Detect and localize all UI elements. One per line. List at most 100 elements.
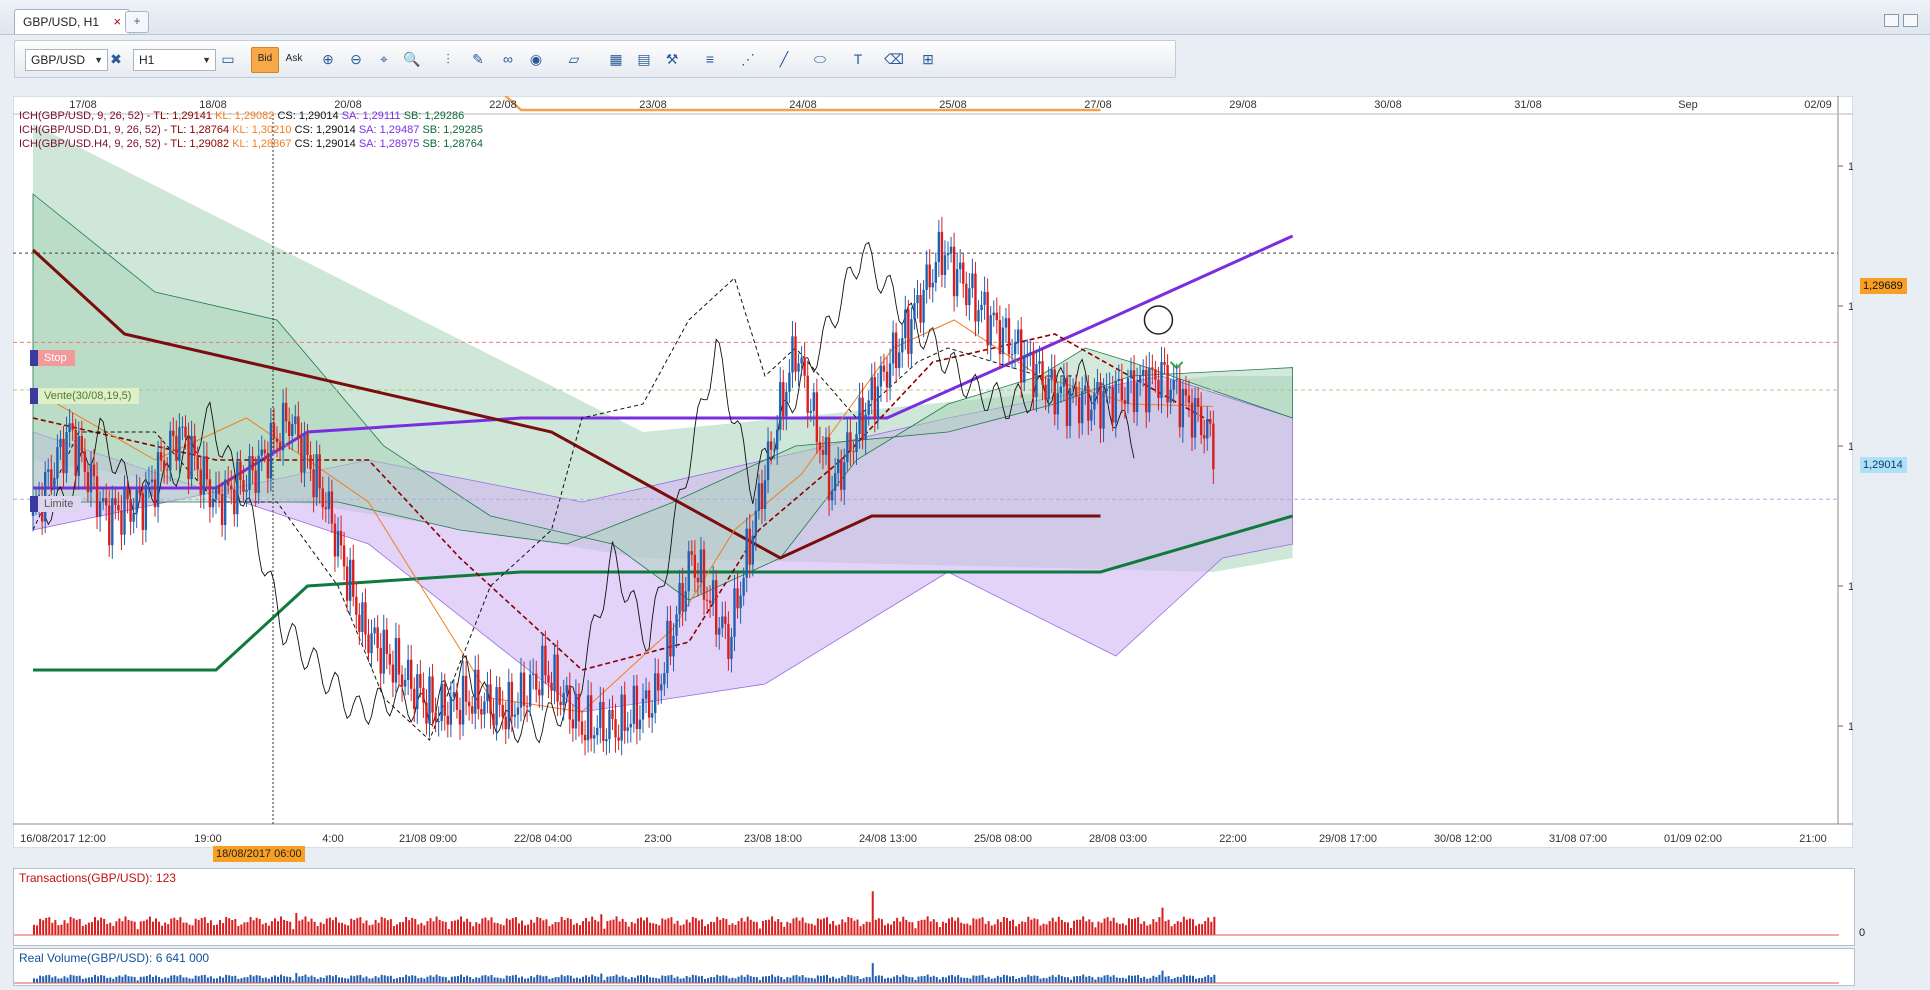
sell-order-label[interactable]: Vente(30/08,19,5) — [30, 388, 140, 404]
transactions-bar — [66, 923, 69, 935]
transactions-bar — [517, 923, 520, 935]
transactions-bar — [996, 919, 999, 935]
transactions-panel[interactable]: Transactions(GBP/USD): 123 0 — [13, 868, 1865, 946]
picture-icon[interactable]: ▦ — [603, 47, 629, 71]
bottom-time-label: 22/08 04:00 — [514, 833, 572, 845]
candle-body — [105, 498, 108, 506]
zoom-out-icon[interactable]: ⊖ — [343, 47, 369, 71]
properties-icon[interactable]: ✎ — [465, 47, 491, 71]
candle-body — [663, 673, 666, 685]
candle-body — [303, 433, 306, 473]
template-icon[interactable]: ▤ — [631, 47, 657, 71]
candle-body — [77, 436, 80, 476]
chart-type-icon[interactable]: ▭ — [215, 47, 241, 71]
horizontal-lines-icon[interactable]: ≡ — [697, 47, 723, 71]
volume-bar — [795, 974, 798, 983]
transactions-bar — [569, 919, 572, 935]
volume-bar — [694, 975, 697, 983]
stop-order-label[interactable]: Stop — [30, 350, 75, 366]
symbol-select[interactable]: GBP/USD ▼ — [25, 49, 108, 71]
candle-body — [498, 687, 501, 705]
candle-body — [928, 264, 931, 288]
transactions-bar — [990, 925, 993, 935]
add-tab-button[interactable]: + — [125, 11, 149, 33]
volume-bar — [283, 976, 286, 983]
transactions-bar — [615, 916, 618, 935]
transactions-bar — [106, 923, 109, 935]
volume-bar — [1161, 970, 1164, 983]
tab-gbpusd-h1[interactable]: GBP/USD, H1 × — [14, 9, 131, 34]
trendline-icon[interactable]: ╱ — [771, 47, 797, 71]
transactions-bar — [694, 918, 697, 935]
indicator-icon[interactable]: ⫶ — [435, 47, 461, 71]
timeframe-select[interactable]: H1 ▼ — [133, 49, 216, 71]
candle-body — [699, 549, 703, 583]
restore-icon[interactable] — [1884, 14, 1899, 27]
volume-bar — [112, 978, 115, 983]
link-icon[interactable]: ∞ — [495, 47, 521, 71]
ruler-icon[interactable]: ▱ — [561, 47, 587, 71]
volume-bar — [353, 976, 356, 983]
volume-bar — [48, 974, 51, 983]
candle-body — [623, 694, 626, 731]
globe-icon[interactable]: ◉ — [523, 47, 549, 71]
candle-body — [220, 493, 224, 526]
candle-body — [675, 614, 678, 636]
volume-panel[interactable]: Real Volume(GBP/USD): 6 641 000 — [13, 948, 1855, 986]
volume-bar — [1079, 976, 1082, 983]
volume-bar — [121, 976, 124, 983]
volume-bar — [771, 974, 774, 983]
structure-icon[interactable]: ⊞ — [915, 47, 941, 71]
ellipse-icon[interactable]: ⬭ — [807, 47, 833, 71]
transactions-bar — [240, 924, 243, 935]
transactions-bar — [377, 922, 380, 935]
remove-indicator-icon[interactable]: ✖ — [103, 47, 129, 71]
transactions-bar — [835, 925, 838, 935]
candle-body — [943, 255, 947, 275]
candle-body — [147, 481, 151, 485]
transactions-bar — [493, 922, 496, 935]
volume-bar — [899, 976, 902, 983]
limit-order-label[interactable]: Limite — [30, 496, 82, 512]
transactions-bar — [667, 918, 670, 935]
tools-icon[interactable]: ⚒ — [659, 47, 685, 71]
transactions-bar — [792, 918, 795, 935]
ask-button[interactable]: Ask — [281, 47, 307, 71]
candle-body — [461, 675, 465, 725]
candle-body — [1212, 423, 1215, 470]
transactions-bar — [148, 916, 151, 935]
transactions-bar — [673, 923, 676, 935]
candle-body — [626, 727, 629, 731]
transactions-bar — [606, 921, 609, 935]
fan-icon[interactable]: ⋰ — [735, 47, 761, 71]
candle-body — [516, 707, 520, 715]
transactions-bar — [524, 925, 527, 935]
candle-body — [940, 231, 944, 275]
candle-body — [111, 498, 114, 546]
maximize-icon[interactable] — [1903, 14, 1918, 27]
transactions-bar — [307, 921, 310, 935]
transactions-bar — [795, 917, 798, 935]
eraser-icon[interactable]: ⌫ — [881, 47, 907, 71]
close-tab-icon[interactable]: × — [113, 10, 121, 34]
magnifier-icon[interactable]: 🔍 — [399, 47, 425, 71]
candle-body — [269, 422, 273, 479]
transactions-bar — [33, 924, 35, 935]
zoom-in-icon[interactable]: ⊕ — [315, 47, 341, 71]
bid-button[interactable]: Bid — [251, 47, 279, 73]
volume-bar — [981, 974, 984, 983]
candle-body — [577, 693, 581, 722]
candle-body — [1142, 369, 1145, 376]
text-abc-icon[interactable]: T — [845, 47, 871, 71]
candle-body — [510, 681, 514, 717]
volume-bar — [487, 976, 490, 983]
volume-bar — [786, 977, 789, 983]
candle-body — [1163, 362, 1166, 365]
price-chart[interactable]: 1,28001,28501,29001,29501,300017/0818/08… — [13, 96, 1853, 848]
transactions-bar — [170, 918, 173, 935]
cursor-icon[interactable]: ⌖ — [371, 47, 397, 71]
candle-body — [687, 551, 690, 592]
transactions-bar — [356, 918, 359, 935]
volume-bar — [722, 975, 725, 983]
candle-body — [1062, 377, 1066, 387]
